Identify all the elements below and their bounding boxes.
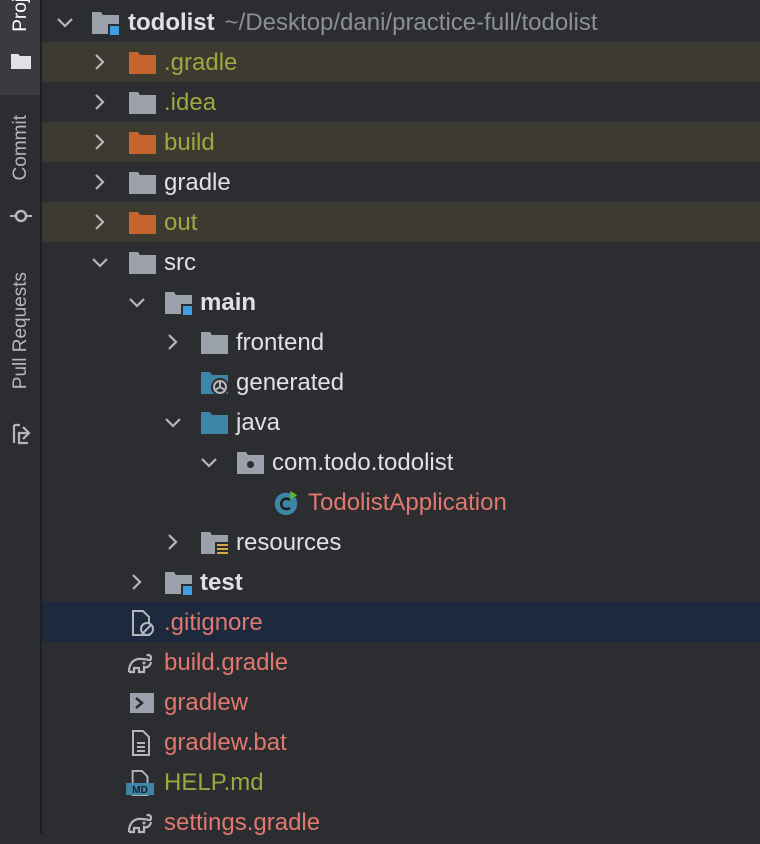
tree-item-label: frontend	[236, 329, 325, 356]
chevron-right-icon[interactable]	[90, 172, 110, 192]
chevron-down-icon[interactable]	[163, 412, 183, 432]
tree-item-label: build.gradle	[164, 649, 289, 676]
source-folder-icon	[201, 412, 228, 434]
tree-row-generated[interactable]: generated	[42, 362, 760, 402]
tree-item-label: .gradle	[164, 49, 238, 76]
commit-tab-label: Commit	[10, 115, 31, 181]
tree-row-gradle-cache[interactable]: .gradle	[42, 42, 760, 82]
tree-row-resources[interactable]: resources	[42, 522, 760, 562]
chevron-right-icon[interactable]	[90, 212, 110, 232]
chevron-right-icon[interactable]	[163, 332, 183, 352]
gradle-icon	[127, 653, 153, 674]
chevron-down-icon[interactable]	[55, 12, 75, 32]
tree-row-gradlew[interactable]: gradlew	[42, 682, 760, 722]
tree-row-root[interactable]: todolist ~/Desktop/dani/practice-full/tod…	[42, 2, 760, 42]
commit-icon	[10, 209, 32, 223]
resources-folder-icon	[201, 532, 229, 556]
tree-item-label: HELP.md	[164, 769, 264, 796]
chevron-right-icon[interactable]	[90, 132, 110, 152]
text-file-icon	[132, 730, 150, 756]
chevron-down-icon[interactable]	[90, 252, 110, 272]
tree-row-help-md[interactable]: MD HELP.md	[42, 762, 760, 802]
tree-item-label: gradlew.bat	[164, 729, 287, 756]
project-path: ~/Desktop/dani/practice-full/todolist	[224, 9, 598, 36]
tree-row-gitignore[interactable]: .gitignore	[42, 602, 760, 642]
pull-request-icon	[12, 423, 31, 445]
chevron-down-icon[interactable]	[199, 452, 219, 472]
markdown-file-icon: MD	[126, 770, 154, 796]
tree-row-gradle[interactable]: gradle	[42, 162, 760, 202]
tree-item-label: .idea	[164, 89, 217, 116]
tree-item-label: settings.gradle	[164, 809, 321, 836]
tree-row-todolist-application[interactable]: TodolistApplication	[42, 482, 760, 522]
tree-row-idea[interactable]: .idea	[42, 82, 760, 122]
tree-item-label: out	[164, 209, 198, 236]
tool-window-strip: Proj Commit Pull Requests	[0, 0, 42, 834]
folder-excluded-icon	[129, 52, 156, 74]
chevron-right-icon[interactable]	[90, 52, 110, 72]
tree-row-test[interactable]: test	[42, 562, 760, 602]
chevron-right-icon[interactable]	[163, 532, 183, 552]
folder-icon	[129, 172, 156, 194]
tree-row-gradlew-bat[interactable]: gradlew.bat	[42, 722, 760, 762]
tree-item-label: gradlew	[164, 689, 249, 716]
tree-row-settings-gradle[interactable]: settings.gradle	[42, 802, 760, 842]
tree-row-package[interactable]: com.todo.todolist	[42, 442, 760, 482]
ignore-file-icon	[132, 610, 154, 636]
markdown-badge-text: MD	[132, 785, 148, 796]
chevron-right-icon[interactable]	[90, 92, 110, 112]
tree-row-java[interactable]: java	[42, 402, 760, 442]
tree-row-src[interactable]: src	[42, 242, 760, 282]
tree-item-label: src	[164, 249, 196, 276]
tree-row-out[interactable]: out	[42, 202, 760, 242]
folder-excluded-icon	[129, 212, 156, 234]
java-class-icon	[274, 490, 298, 516]
module-folder-icon	[165, 572, 193, 596]
tree-item-label: resources	[236, 529, 342, 556]
tree-item-label: test	[200, 569, 243, 596]
shell-script-icon	[130, 693, 154, 713]
tree-item-label: java	[236, 409, 281, 436]
folder-icon	[11, 54, 31, 69]
project-tree: todolist ~/Desktop/dani/practice-full/tod…	[42, 0, 760, 836]
tree-item-label: gradle	[164, 169, 231, 196]
tree-item-label: .gitignore	[164, 609, 263, 636]
module-folder-icon	[92, 12, 120, 36]
tree-item-label: generated	[236, 369, 345, 396]
pull-requests-tab-label: Pull Requests	[10, 272, 31, 390]
folder-excluded-icon	[129, 132, 156, 154]
tree-item-label: TodolistApplication	[308, 489, 507, 516]
module-folder-icon	[165, 292, 193, 316]
project-tab[interactable]: Proj	[0, 0, 40, 95]
folder-icon	[129, 252, 156, 274]
tree-row-frontend[interactable]: frontend	[42, 322, 760, 362]
tree-row-build-gradle[interactable]: build.gradle	[42, 642, 760, 682]
tree-row-build[interactable]: build	[42, 122, 760, 162]
gradle-icon	[127, 813, 153, 834]
tree-item-label: main	[200, 289, 257, 316]
tree-row-main[interactable]: main	[42, 282, 760, 322]
folder-icon	[201, 332, 228, 354]
package-icon	[237, 452, 264, 474]
tree-item-label: build	[164, 129, 215, 156]
chevron-down-icon[interactable]	[127, 292, 147, 312]
tree-item-label: com.todo.todolist	[272, 449, 454, 476]
chevron-right-icon[interactable]	[127, 572, 147, 592]
project-tab-label: Proj	[10, 0, 31, 32]
folder-icon	[129, 92, 156, 114]
project-name: todolist	[128, 9, 215, 36]
generated-sources-folder-icon	[201, 372, 229, 396]
